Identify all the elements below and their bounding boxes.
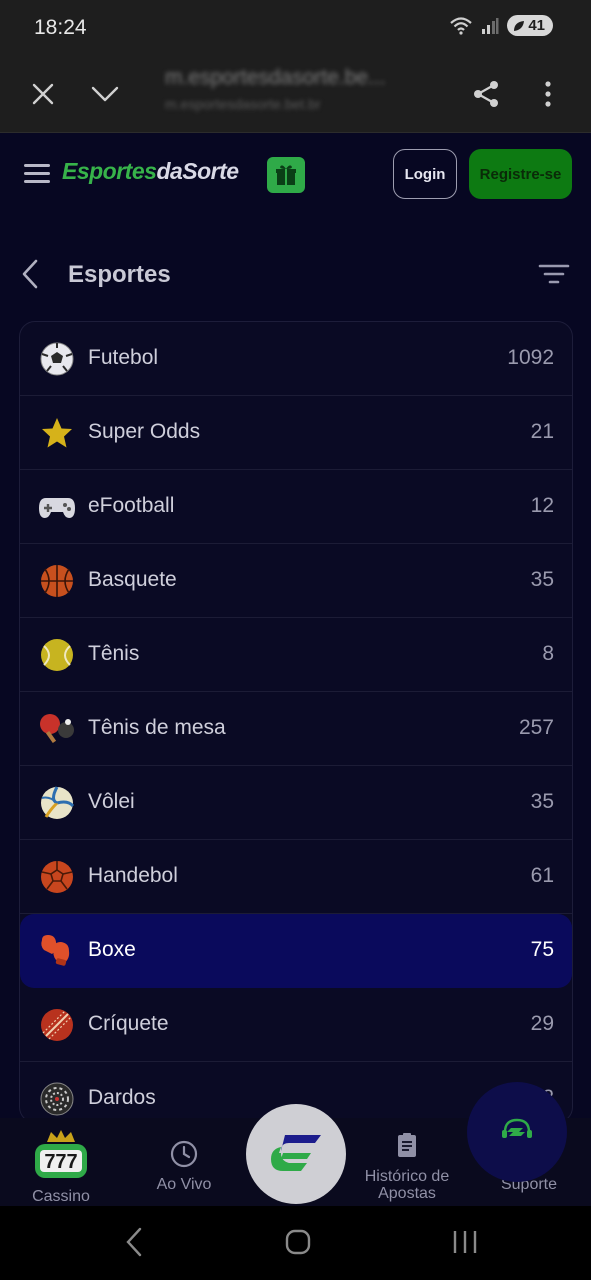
sport-name: Vôlei [88, 790, 135, 813]
sport-name: Handebol [88, 864, 178, 887]
chat-headset-icon [502, 1118, 532, 1138]
gift-icon [276, 165, 296, 185]
more-vertical-icon [545, 81, 551, 107]
table-tennis-icon [40, 714, 74, 744]
chevron-down-icon [91, 86, 119, 102]
support-chat-button[interactable] [467, 1082, 567, 1182]
share-button[interactable] [466, 74, 506, 114]
battery-leaf-icon [514, 20, 525, 31]
sport-name: Tênis de mesa [88, 716, 226, 739]
svg-text:777: 777 [44, 1151, 77, 1173]
gift-button[interactable] [267, 157, 305, 193]
receipt-icon [398, 1133, 416, 1157]
nav-casino[interactable]: 777 Cassino [6, 1118, 116, 1206]
section-header: Esportes [0, 245, 591, 305]
sport-row-handebol[interactable]: Handebol 61 [20, 840, 572, 914]
status-time: 18:24 [34, 16, 87, 39]
slot-machine-icon: 777 [35, 1130, 87, 1178]
filter-icon [538, 264, 570, 284]
soccer-ball-icon [40, 342, 74, 376]
chevron-left-icon [22, 259, 38, 289]
sport-row-boxe[interactable]: Boxe 75 [20, 914, 572, 988]
url-text: m.esportesdasorte.be... [165, 66, 386, 89]
collapse-button[interactable] [85, 74, 125, 114]
login-button[interactable]: Login [393, 149, 457, 199]
brand-logo[interactable]: EsportesdaSorte [62, 158, 239, 185]
sport-count: 1092 [507, 346, 554, 369]
sport-row-criquete[interactable]: Críquete 29 [20, 988, 572, 1062]
system-home-button[interactable] [284, 1226, 312, 1263]
sport-count: 29 [530, 1012, 554, 1035]
sports-list: Futebol 1092 Super Odds 21 eFootball 12 … [19, 321, 573, 1123]
sport-count: 61 [530, 864, 554, 887]
filter-button[interactable] [538, 263, 570, 292]
gamepad-icon [39, 498, 75, 518]
battery-level: 41 [528, 17, 545, 34]
more-options-button[interactable] [528, 74, 568, 114]
cricket-ball-icon [41, 1009, 73, 1041]
volleyball-icon [41, 786, 74, 819]
sport-count: 12 [530, 494, 554, 517]
page-title: Esportes [68, 261, 171, 288]
system-back-button[interactable] [124, 1226, 144, 1263]
clock-icon [170, 1140, 198, 1168]
nav-history-label-1: Histórico de [364, 1168, 450, 1185]
sport-count: 35 [530, 790, 554, 813]
sport-count: 75 [530, 938, 554, 961]
menu-button[interactable] [24, 164, 50, 184]
sport-name: Críquete [88, 1012, 169, 1035]
status-bar: 18:24 41 [0, 0, 591, 56]
dartboard-icon [40, 1082, 74, 1116]
sport-row-futebol[interactable]: Futebol 1092 [20, 322, 572, 396]
register-button[interactable]: Registre-se [469, 149, 572, 199]
sport-name: Basquete [88, 568, 177, 591]
sport-row-super-odds[interactable]: Super Odds 21 [20, 396, 572, 470]
browser-toolbar: m.esportesdasorte.be... m.esportesdasort… [0, 56, 591, 133]
url-bar[interactable]: m.esportesdasorte.be... m.esportesdasort… [165, 66, 435, 112]
nav-live-label: Ao Vivo [156, 1176, 212, 1193]
sport-name: Tênis [88, 642, 140, 665]
system-navigation-bar [0, 1206, 591, 1280]
sports-home-button[interactable] [246, 1104, 346, 1204]
back-button[interactable] [18, 257, 42, 296]
sport-row-tenis[interactable]: Tênis 8 [20, 618, 572, 692]
home-icon [285, 1229, 311, 1255]
sport-name: Dardos [88, 1086, 156, 1109]
sport-row-tenis-de-mesa[interactable]: Tênis de mesa 257 [20, 692, 572, 766]
sport-count: 8 [542, 642, 554, 665]
sport-name: Super Odds [88, 420, 201, 443]
share-icon [474, 81, 498, 107]
nav-history-label-2: Apostas [378, 1185, 436, 1202]
sport-count: 35 [530, 568, 554, 591]
sport-name: Boxe [88, 938, 136, 961]
sport-count: 257 [518, 716, 554, 739]
url-subtext: m.esportesdasorte.bet.br [165, 96, 321, 112]
close-tab-button[interactable] [23, 74, 63, 114]
nav-casino-label: Cassino [32, 1188, 90, 1205]
sport-row-efootball[interactable]: eFootball 12 [20, 470, 572, 544]
nav-live[interactable]: Ao Vivo [129, 1118, 239, 1206]
close-icon [32, 83, 54, 105]
brand-e-logo-icon [271, 1135, 321, 1171]
system-recents-button[interactable] [451, 1226, 479, 1263]
battery-indicator: 41 [507, 15, 553, 36]
star-icon [42, 418, 72, 448]
signal-icon [482, 17, 499, 34]
sport-row-volei[interactable]: Vôlei 35 [20, 766, 572, 840]
sport-name: eFootball [88, 494, 175, 517]
sport-count: 21 [530, 420, 554, 443]
back-icon [126, 1227, 142, 1257]
boxing-glove-icon [41, 935, 70, 966]
handball-icon [41, 861, 73, 893]
site-header: EsportesdaSorte Login Registre-se [0, 132, 591, 218]
tennis-ball-icon [41, 639, 73, 671]
sport-name: Futebol [88, 346, 159, 369]
basketball-icon [41, 565, 73, 597]
nav-bet-history[interactable]: Histórico de Apostas [352, 1118, 462, 1206]
wifi-icon [450, 16, 473, 35]
recents-icon [453, 1231, 477, 1253]
sport-row-basquete[interactable]: Basquete 35 [20, 544, 572, 618]
